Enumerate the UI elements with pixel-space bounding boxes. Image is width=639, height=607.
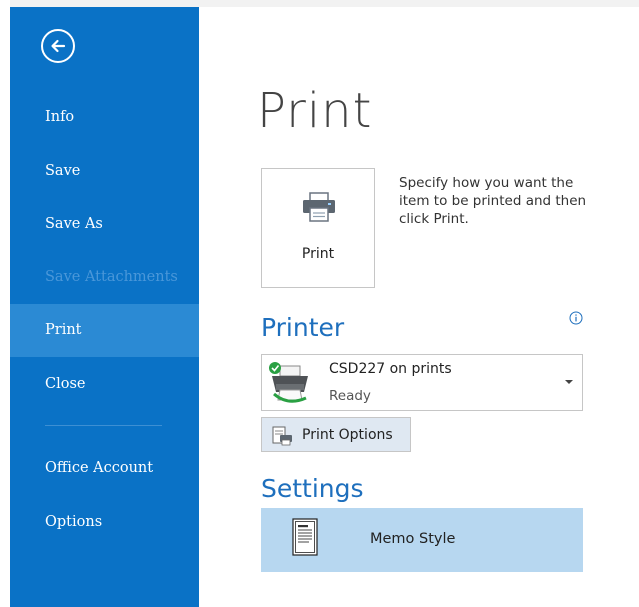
back-button[interactable] <box>41 29 75 63</box>
sidebar-item-print[interactable]: Print <box>10 304 199 357</box>
info-icon[interactable] <box>569 311 583 325</box>
settings-section-title: Settings <box>261 474 364 503</box>
sidebar-item-options[interactable]: Options <box>10 496 199 549</box>
sidebar-item-close[interactable]: Close <box>10 358 199 411</box>
print-instructions: Specify how you want the item to be prin… <box>399 175 587 227</box>
back-arrow-icon <box>51 39 66 53</box>
print-button-label: Print <box>301 246 335 262</box>
printer-dropdown[interactable]: CSD227 on prints Ready <box>261 354 583 411</box>
chevron-down-icon <box>565 380 573 384</box>
memo-style-option[interactable]: Memo Style <box>261 508 583 572</box>
sidebar-item-save[interactable]: Save <box>10 145 199 198</box>
printer-status: Ready <box>329 388 371 404</box>
print-options-icon <box>272 426 292 446</box>
printer-icon <box>303 192 335 222</box>
sidebar-divider <box>45 425 162 426</box>
printer-section-title: Printer <box>261 313 345 342</box>
memo-style-icon <box>292 518 318 556</box>
sidebar-item-info[interactable]: Info <box>10 91 199 144</box>
backstage-sidebar: Info Save Save As Save Attachments Print… <box>10 7 199 607</box>
memo-style-label: Memo Style <box>370 531 456 547</box>
print-options-button[interactable]: Print Options <box>261 417 411 452</box>
window-top-strip <box>0 0 639 7</box>
sidebar-item-save-as[interactable]: Save As <box>10 198 199 251</box>
print-button[interactable]: Print <box>261 168 375 288</box>
printer-name: CSD227 on prints <box>329 361 452 377</box>
print-options-label: Print Options <box>302 427 393 443</box>
page-title: Print <box>257 83 373 139</box>
sidebar-item-save-attachments: Save Attachments <box>45 269 178 285</box>
window-left-strip <box>0 0 10 607</box>
printer-ready-icon <box>269 362 308 403</box>
sidebar-item-office-account[interactable]: Office Account <box>10 442 199 495</box>
